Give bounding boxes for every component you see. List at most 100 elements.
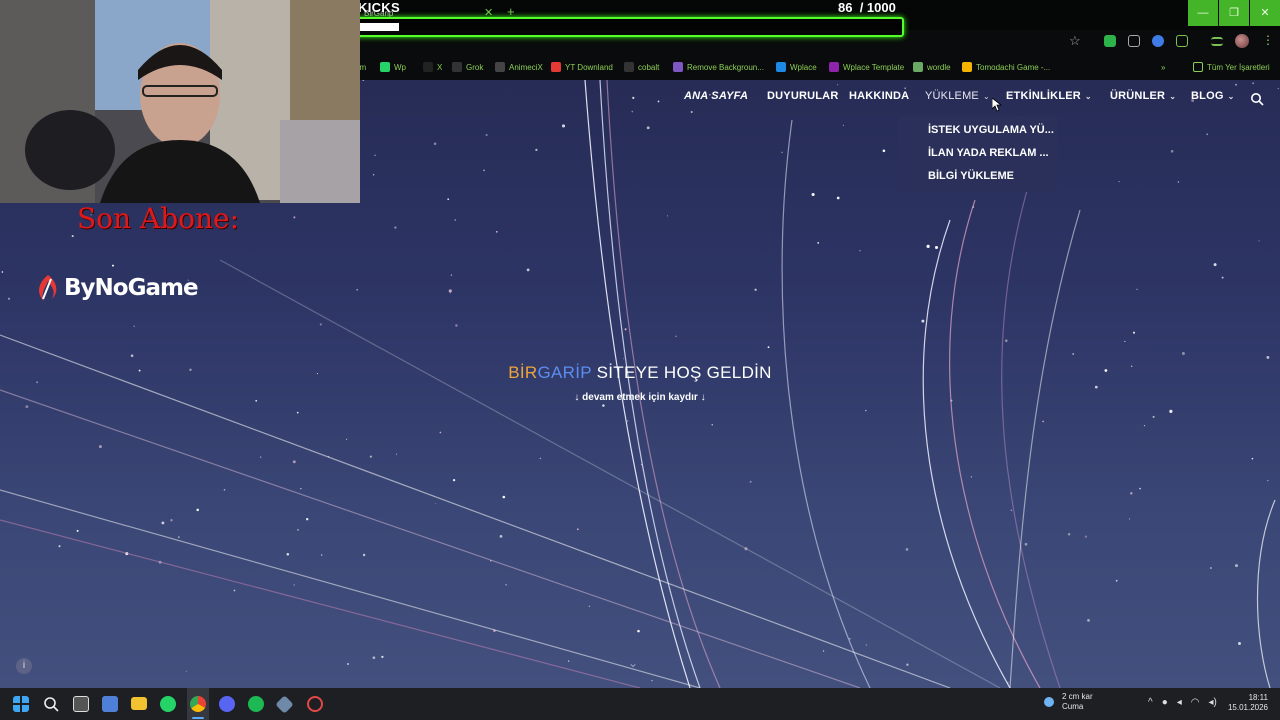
star — [535, 148, 538, 152]
star — [394, 226, 397, 229]
wifi-icon[interactable]: ◠ — [1191, 697, 1200, 708]
star — [675, 335, 677, 337]
star — [1177, 181, 1180, 183]
more-menu-icon[interactable]: ⋮ — [1262, 33, 1274, 47]
star — [1072, 353, 1075, 355]
dropdown-item-istek[interactable]: İSTEK UYGULAMA YÜ... — [928, 124, 1054, 136]
nav-item-7[interactable]: BLOG ⌄ — [1191, 90, 1234, 102]
bookmark-label: Tomodachi Game -... — [976, 62, 1051, 72]
star — [711, 424, 713, 426]
bookmark-wplace[interactable]: Wplace — [776, 58, 817, 76]
tray-chevron-icon[interactable]: ^ — [1148, 697, 1153, 708]
weather-widget[interactable]: 2 cm kar Cuma — [1042, 692, 1093, 712]
bookmarks-overflow-icon[interactable]: » — [1161, 58, 1165, 76]
star — [865, 644, 868, 646]
dropdown-item-bilgi[interactable]: BİLGİ YÜKLEME — [928, 170, 1014, 182]
star — [505, 584, 507, 586]
star — [859, 250, 861, 252]
bookmark-tomodachi-game[interactable]: Tomodachi Game -... — [962, 58, 1050, 76]
obs-taskbar-icon[interactable] — [307, 696, 323, 712]
dropdown-item-ilan[interactable]: İLAN YADA REKLAM ... — [928, 147, 1049, 159]
windows-start-icon[interactable] — [13, 696, 29, 712]
media-extension-icon[interactable] — [1128, 35, 1140, 47]
minimize-button[interactable]: — — [1188, 0, 1218, 26]
nav-item-1[interactable]: ANA SAYFA — [684, 90, 748, 102]
bookmark-wordle[interactable]: wordle — [913, 58, 951, 76]
volume-icon[interactable]: ◂) — [1209, 697, 1217, 708]
audio-extension-icon[interactable] — [1152, 35, 1164, 47]
all-bookmarks-button[interactable]: Tüm Yer İşaretleri — [1193, 58, 1270, 76]
bookmarks-bar: am Wp X Grok AnimeciX YT Downland cobalt Remove… — [355, 58, 1280, 76]
star — [483, 169, 485, 172]
nav-item-3[interactable]: HAKKINDA — [849, 90, 909, 102]
star — [499, 535, 503, 538]
star — [455, 324, 458, 327]
star — [356, 289, 358, 291]
star — [196, 508, 199, 512]
task-view-icon[interactable] — [73, 696, 89, 712]
whatsapp-taskbar-icon[interactable] — [160, 696, 176, 712]
star — [631, 110, 634, 113]
bookmark-cobalt[interactable]: cobalt — [624, 58, 659, 76]
globe-icon — [776, 62, 786, 72]
sponsor-logo: ByNoGame — [34, 273, 199, 303]
puzzle-extension-icon[interactable] — [1176, 35, 1188, 47]
nav-item-label: YÜKLEME — [925, 90, 979, 102]
star — [754, 288, 757, 291]
star — [260, 456, 262, 458]
star — [381, 655, 384, 659]
microphone-icon[interactable]: ● — [1162, 697, 1168, 708]
latest-subscriber-label: Son Abone: — [77, 202, 240, 235]
maximize-button[interactable]: ❐ — [1219, 0, 1249, 26]
bynogame-flame-icon — [39, 275, 57, 301]
star — [781, 151, 783, 154]
discord-taskbar-icon[interactable] — [219, 696, 235, 712]
bookmark-wplace-template[interactable]: Wplace Template — [829, 58, 904, 76]
info-icon[interactable]: i — [16, 658, 32, 674]
bookmark-wp[interactable]: Wp — [380, 58, 406, 76]
speaker-icon[interactable]: ◂ — [1177, 697, 1182, 708]
star — [362, 553, 366, 557]
bookmark-x[interactable]: X — [423, 58, 442, 76]
widgets-icon[interactable] — [102, 696, 118, 712]
star — [1010, 509, 1013, 512]
star — [1181, 352, 1185, 355]
spotify-taskbar-icon[interactable] — [248, 696, 264, 712]
profile-avatar[interactable] — [1235, 34, 1249, 48]
star — [286, 553, 290, 556]
bookmark-animecix[interactable]: AnimeciX — [495, 58, 543, 76]
bookmark-yt-downland[interactable]: YT Downland — [551, 58, 613, 76]
bookmark-star-icon[interactable]: ☆ — [1069, 33, 1081, 49]
taskbar-search-icon[interactable] — [43, 696, 59, 712]
file-explorer-icon[interactable] — [131, 697, 147, 710]
x-icon — [423, 62, 433, 72]
removebg-icon — [673, 62, 683, 72]
nav-item-5[interactable]: ETKİNLİKLER ⌄ — [1006, 90, 1092, 102]
nav-item-2[interactable]: DUYURULAR — [767, 90, 838, 102]
bookmark-label: YT Downland — [565, 62, 613, 72]
star — [434, 502, 437, 504]
grok-icon — [452, 62, 462, 72]
star — [576, 528, 579, 531]
chrome-taskbar-icon[interactable] — [190, 696, 206, 712]
star — [1042, 420, 1044, 423]
star — [320, 554, 323, 556]
bookmark-remove-backgroun[interactable]: Remove Backgroun... — [673, 58, 764, 76]
star — [1152, 415, 1155, 418]
nav-item-6[interactable]: ÜRÜNLER ⌄ — [1110, 90, 1176, 102]
nav-item-4[interactable]: YÜKLEME ⌄ — [925, 90, 990, 102]
star — [452, 478, 456, 482]
star — [161, 521, 165, 525]
star — [1, 271, 4, 273]
sidebar-menu-icon[interactable] — [1211, 37, 1223, 46]
star — [1130, 492, 1133, 495]
bookmark-grok[interactable]: Grok — [452, 58, 483, 76]
animecix-icon — [495, 62, 505, 72]
star — [130, 354, 134, 358]
star — [170, 519, 173, 522]
close-window-button[interactable]: ✕ — [1250, 0, 1280, 26]
system-clock[interactable]: 18:11 15.01.2026 — [1222, 693, 1268, 713]
shield-extension-icon[interactable] — [1104, 35, 1116, 47]
search-icon[interactable] — [1250, 92, 1264, 106]
scroll-down-icon[interactable]: ⌄ — [628, 656, 638, 670]
